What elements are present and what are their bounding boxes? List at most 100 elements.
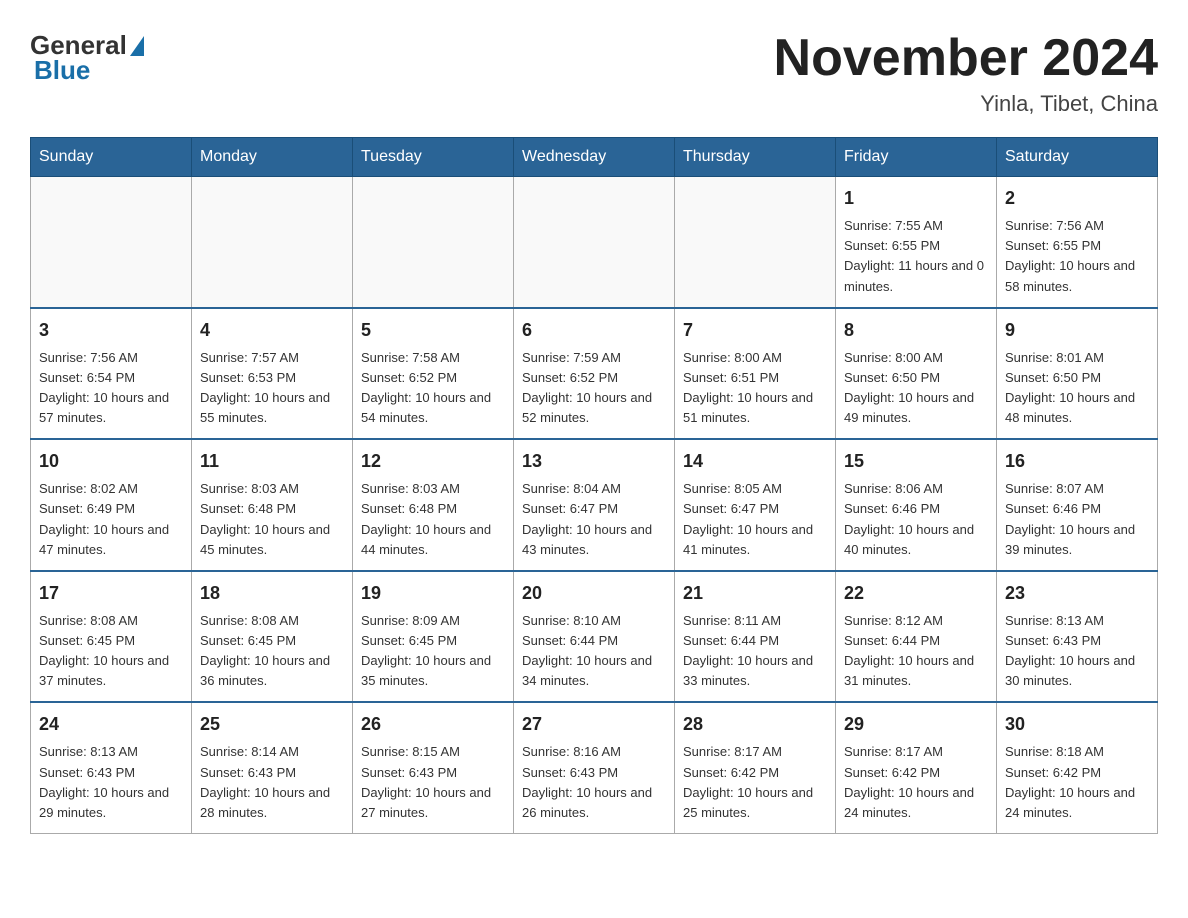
logo-triangle-icon <box>130 36 144 56</box>
day-info: Sunrise: 8:17 AMSunset: 6:42 PMDaylight:… <box>683 744 813 819</box>
calendar-day-cell: 3Sunrise: 7:56 AMSunset: 6:54 PMDaylight… <box>31 308 192 440</box>
calendar-day-cell: 25 Sunrise: 8:14 AMSunset: 6:43 PMDayligh… <box>192 702 353 833</box>
header: General Blue November 2024 Yinla, Tibet,… <box>30 30 1158 117</box>
calendar-day-cell: 8 Sunrise: 8:00 AMSunset: 6:50 PMDaylight… <box>836 308 997 440</box>
calendar-day-cell: 22 Sunrise: 8:12 AMSunset: 6:44 PMDayligh… <box>836 571 997 703</box>
day-info: Sunrise: 7:58 AMSunset: 6:52 PMDaylight:… <box>361 350 491 425</box>
day-info: Sunrise: 8:15 AMSunset: 6:43 PMDaylight:… <box>361 744 491 819</box>
day-number: 25 <box>200 711 344 738</box>
calendar-day-cell: 19 Sunrise: 8:09 AMSunset: 6:45 PMDayligh… <box>353 571 514 703</box>
day-number: 22 <box>844 580 988 607</box>
day-number: 30 <box>1005 711 1149 738</box>
day-info: Sunrise: 8:08 AMSunset: 6:45 PMDaylight:… <box>39 613 169 688</box>
day-number: 9 <box>1005 317 1149 344</box>
title-area: November 2024 Yinla, Tibet, China <box>774 30 1158 117</box>
calendar-day-cell <box>675 177 836 308</box>
day-number: 20 <box>522 580 666 607</box>
calendar-day-cell: 18Sunrise: 8:08 AMSunset: 6:45 PMDayligh… <box>192 571 353 703</box>
calendar-day-cell <box>353 177 514 308</box>
day-info: Sunrise: 8:03 AMSunset: 6:48 PMDaylight:… <box>361 481 491 556</box>
day-number: 27 <box>522 711 666 738</box>
day-number: 1 <box>844 185 988 212</box>
day-number: 5 <box>361 317 505 344</box>
day-info: Sunrise: 8:06 AMSunset: 6:46 PMDaylight:… <box>844 481 974 556</box>
calendar-day-cell: 13Sunrise: 8:04 AMSunset: 6:47 PMDayligh… <box>514 439 675 571</box>
day-info: Sunrise: 8:04 AMSunset: 6:47 PMDaylight:… <box>522 481 652 556</box>
day-info: Sunrise: 8:00 AMSunset: 6:50 PMDaylight:… <box>844 350 974 425</box>
day-info: Sunrise: 7:57 AMSunset: 6:53 PMDaylight:… <box>200 350 330 425</box>
calendar-week-row: 24 Sunrise: 8:13 AMSunset: 6:43 PMDayligh… <box>31 702 1158 833</box>
calendar-day-cell: 23 Sunrise: 8:13 AMSunset: 6:43 PMDayligh… <box>997 571 1158 703</box>
day-number: 16 <box>1005 448 1149 475</box>
calendar-week-row: 17 Sunrise: 8:08 AMSunset: 6:45 PMDayligh… <box>31 571 1158 703</box>
calendar-day-cell: 24 Sunrise: 8:13 AMSunset: 6:43 PMDayligh… <box>31 702 192 833</box>
day-number: 15 <box>844 448 988 475</box>
calendar-day-cell: 1 Sunrise: 7:55 AMSunset: 6:55 PMDaylight… <box>836 177 997 308</box>
day-number: 23 <box>1005 580 1149 607</box>
day-info: Sunrise: 7:59 AMSunset: 6:52 PMDaylight:… <box>522 350 652 425</box>
day-info: Sunrise: 8:13 AMSunset: 6:43 PMDaylight:… <box>39 744 169 819</box>
calendar-header-cell: Friday <box>836 138 997 177</box>
day-number: 17 <box>39 580 183 607</box>
day-info: Sunrise: 8:10 AMSunset: 6:44 PMDaylight:… <box>522 613 652 688</box>
calendar-day-cell: 16 Sunrise: 8:07 AMSunset: 6:46 PMDayligh… <box>997 439 1158 571</box>
day-info: Sunrise: 8:18 AMSunset: 6:42 PMDaylight:… <box>1005 744 1135 819</box>
calendar-week-row: 10Sunrise: 8:02 AMSunset: 6:49 PMDayligh… <box>31 439 1158 571</box>
calendar-body: 1 Sunrise: 7:55 AMSunset: 6:55 PMDaylight… <box>31 177 1158 834</box>
day-number: 12 <box>361 448 505 475</box>
day-number: 8 <box>844 317 988 344</box>
day-number: 19 <box>361 580 505 607</box>
calendar-day-cell: 20 Sunrise: 8:10 AMSunset: 6:44 PMDayligh… <box>514 571 675 703</box>
calendar-day-cell: 6 Sunrise: 7:59 AMSunset: 6:52 PMDaylight… <box>514 308 675 440</box>
day-info: Sunrise: 8:17 AMSunset: 6:42 PMDaylight:… <box>844 744 974 819</box>
calendar-day-cell: 15 Sunrise: 8:06 AMSunset: 6:46 PMDayligh… <box>836 439 997 571</box>
calendar-week-row: 1 Sunrise: 7:55 AMSunset: 6:55 PMDaylight… <box>31 177 1158 308</box>
calendar-header-cell: Thursday <box>675 138 836 177</box>
calendar-day-cell: 12 Sunrise: 8:03 AMSunset: 6:48 PMDayligh… <box>353 439 514 571</box>
day-info: Sunrise: 8:01 AMSunset: 6:50 PMDaylight:… <box>1005 350 1135 425</box>
calendar-week-row: 3Sunrise: 7:56 AMSunset: 6:54 PMDaylight… <box>31 308 1158 440</box>
logo: General Blue <box>30 30 144 86</box>
calendar-day-cell: 30 Sunrise: 8:18 AMSunset: 6:42 PMDayligh… <box>997 702 1158 833</box>
day-number: 18 <box>200 580 344 607</box>
day-info: Sunrise: 8:02 AMSunset: 6:49 PMDaylight:… <box>39 481 169 556</box>
day-info: Sunrise: 8:16 AMSunset: 6:43 PMDaylight:… <box>522 744 652 819</box>
day-number: 14 <box>683 448 827 475</box>
calendar-header-cell: Saturday <box>997 138 1158 177</box>
day-info: Sunrise: 8:00 AMSunset: 6:51 PMDaylight:… <box>683 350 813 425</box>
calendar-day-cell <box>514 177 675 308</box>
day-info: Sunrise: 8:14 AMSunset: 6:43 PMDaylight:… <box>200 744 330 819</box>
calendar-day-cell <box>192 177 353 308</box>
calendar-day-cell: 21Sunrise: 8:11 AMSunset: 6:44 PMDayligh… <box>675 571 836 703</box>
day-number: 29 <box>844 711 988 738</box>
day-info: Sunrise: 8:13 AMSunset: 6:43 PMDaylight:… <box>1005 613 1135 688</box>
calendar-header-cell: Wednesday <box>514 138 675 177</box>
calendar-day-cell: 14Sunrise: 8:05 AMSunset: 6:47 PMDayligh… <box>675 439 836 571</box>
calendar-title: November 2024 <box>774 30 1158 87</box>
calendar-day-cell: 29 Sunrise: 8:17 AMSunset: 6:42 PMDayligh… <box>836 702 997 833</box>
calendar-day-cell: 5 Sunrise: 7:58 AMSunset: 6:52 PMDaylight… <box>353 308 514 440</box>
day-info: Sunrise: 8:07 AMSunset: 6:46 PMDaylight:… <box>1005 481 1135 556</box>
calendar-subtitle: Yinla, Tibet, China <box>774 91 1158 117</box>
day-number: 26 <box>361 711 505 738</box>
calendar-table: SundayMondayTuesdayWednesdayThursdayFrid… <box>30 137 1158 834</box>
calendar-day-cell: 2 Sunrise: 7:56 AMSunset: 6:55 PMDaylight… <box>997 177 1158 308</box>
day-info: Sunrise: 7:56 AMSunset: 6:55 PMDaylight:… <box>1005 218 1135 293</box>
day-number: 6 <box>522 317 666 344</box>
calendar-day-cell: 9 Sunrise: 8:01 AMSunset: 6:50 PMDaylight… <box>997 308 1158 440</box>
day-info: Sunrise: 8:11 AMSunset: 6:44 PMDaylight:… <box>683 613 813 688</box>
day-number: 4 <box>200 317 344 344</box>
day-number: 24 <box>39 711 183 738</box>
calendar-day-cell: 11Sunrise: 8:03 AMSunset: 6:48 PMDayligh… <box>192 439 353 571</box>
calendar-day-cell: 17 Sunrise: 8:08 AMSunset: 6:45 PMDayligh… <box>31 571 192 703</box>
day-info: Sunrise: 7:55 AMSunset: 6:55 PMDaylight:… <box>844 218 984 293</box>
day-info: Sunrise: 8:09 AMSunset: 6:45 PMDaylight:… <box>361 613 491 688</box>
calendar-header-row: SundayMondayTuesdayWednesdayThursdayFrid… <box>31 138 1158 177</box>
day-number: 2 <box>1005 185 1149 212</box>
calendar-header-cell: Tuesday <box>353 138 514 177</box>
calendar-day-cell: 26 Sunrise: 8:15 AMSunset: 6:43 PMDayligh… <box>353 702 514 833</box>
calendar-day-cell: 10Sunrise: 8:02 AMSunset: 6:49 PMDayligh… <box>31 439 192 571</box>
calendar-day-cell: 4 Sunrise: 7:57 AMSunset: 6:53 PMDaylight… <box>192 308 353 440</box>
day-info: Sunrise: 8:12 AMSunset: 6:44 PMDaylight:… <box>844 613 974 688</box>
day-number: 7 <box>683 317 827 344</box>
